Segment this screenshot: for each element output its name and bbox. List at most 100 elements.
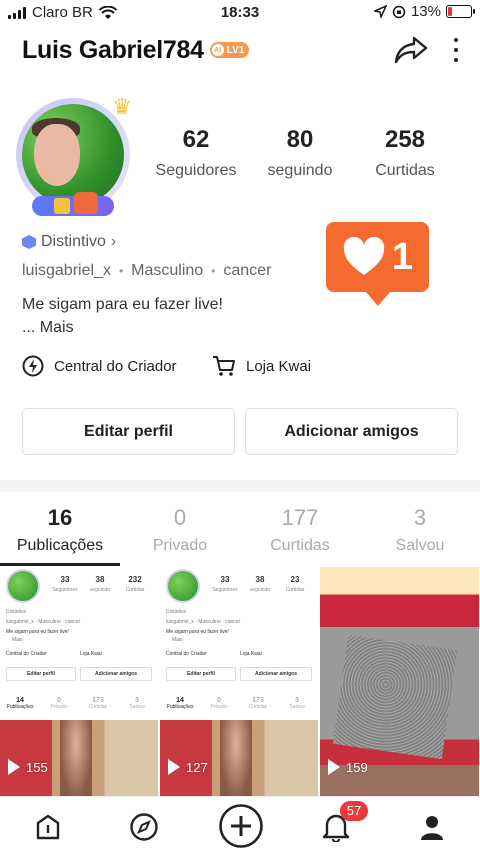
nav-discover[interactable] (124, 807, 164, 847)
chevron-right-icon: › (110, 233, 117, 250)
handle: luisgabriel_x (22, 262, 111, 279)
gender: Masculino (131, 262, 204, 279)
header-actions (394, 35, 458, 65)
more-options-icon[interactable] (454, 38, 458, 62)
mini-tab: 3 Salvou (119, 697, 155, 710)
kwai-store-link[interactable]: Loja Kwai (212, 355, 311, 377)
mini-stat-label: Seguidores (52, 587, 78, 593)
bio-more-link[interactable]: ... Mais (22, 316, 223, 339)
tab-label: Privado (152, 537, 208, 554)
view-count: 127 (168, 759, 208, 775)
mini-more: Mais (12, 637, 23, 643)
following-label: seguindo (267, 162, 333, 179)
likes-label: Curtidas (375, 162, 435, 179)
tab-likes[interactable]: 177 Curtidas (240, 505, 360, 555)
following-count: 80 (286, 126, 314, 153)
post-thumbnail[interactable]: 33 Seguidores 38 seguindo 23 Curtidas Disti… (160, 567, 319, 797)
separator-dot: • (211, 264, 216, 278)
battery-icon (446, 5, 475, 18)
edit-profile-button[interactable]: Editar perfil (22, 408, 235, 455)
mini-tab: 0 Privado (41, 697, 77, 710)
avatar-photo (22, 104, 124, 206)
tab-private[interactable]: 0 Privado (120, 505, 240, 555)
play-icon (168, 759, 180, 775)
mini-avatar (166, 569, 200, 603)
mini-stat-value: 33 (60, 575, 70, 584)
mini-tab-label: Curtidas (88, 704, 108, 710)
mini-meta: luisgabriel_x · Masculino · cancer (6, 619, 81, 625)
mini-bio: Me sigam para eu fazer live! (6, 629, 69, 635)
tab-publications[interactable]: 16 Publicações (0, 505, 120, 555)
person-icon (421, 816, 443, 840)
likes-stat[interactable]: 258 Curtidas (345, 126, 465, 180)
kwai-store-label: Loja Kwai (246, 357, 312, 375)
mini-stat-label: seguindo (89, 587, 111, 593)
separator-dot: • (118, 264, 124, 278)
play-icon (8, 759, 20, 775)
zodiac-sign: cancer (223, 262, 272, 279)
add-friends-button[interactable]: Adicionar amigos (245, 408, 458, 455)
mini-tab-count: 3 (135, 697, 139, 704)
mini-tab-count: 0 (217, 697, 221, 704)
tab-saved[interactable]: 3 Salvou (360, 505, 480, 555)
status-right: 13% (373, 3, 475, 20)
mini-stat-label: Curtidas (285, 587, 305, 593)
active-tab-indicator (0, 563, 120, 566)
mini-avatar (6, 569, 40, 603)
rotation-lock-icon (392, 5, 406, 18)
plus-circle-icon (219, 804, 263, 848)
mini-creator-center: Central do Criador (166, 651, 207, 657)
status-bar: Claro BR 18:33 13% (0, 0, 480, 26)
mini-stat-label: seguindo (249, 587, 271, 593)
mini-stat-value: 38 (255, 575, 265, 584)
tab-label: Curtidas (270, 537, 330, 554)
avatar[interactable]: ♛ (16, 94, 132, 216)
mini-tab-label: Curtidas (248, 704, 268, 710)
mini-stat-value: 33 (220, 575, 230, 584)
mini-tabs: 14 Publicações 0 Privado 173 Curtidas 3 Salv… (0, 697, 158, 717)
followers-label: Seguidores (155, 162, 237, 179)
mini-tabs: 14 Publicações 0 Privado 173 Curtidas 3 Salv… (160, 697, 318, 717)
tab-label: Salvou (395, 537, 445, 554)
mini-tab-count: 0 (57, 697, 61, 704)
profile-header: Luis Gabriel784 AI LV1 (22, 30, 458, 70)
followers-count: 62 (182, 126, 210, 153)
compass-icon (130, 813, 158, 841)
like-notification-count: 1 (391, 235, 414, 278)
mini-tab-label: Publicações (6, 704, 34, 710)
mini-tab-count: 14 (176, 697, 184, 704)
mini-distintivo: Distintivo (166, 609, 187, 615)
mini-tab: 14 Publicações (162, 697, 198, 710)
view-count-value: 127 (186, 759, 208, 775)
post-thumbnail[interactable]: 159 (320, 567, 480, 797)
username-title: Luis Gabriel784 (22, 35, 204, 64)
mini-tab-count: 3 (295, 697, 299, 704)
view-count-value: 155 (26, 759, 48, 775)
mini-tab-count: 14 (16, 697, 24, 704)
following-stat[interactable]: 80 seguindo (240, 126, 360, 180)
creator-center-label: Central do Criador (54, 357, 177, 375)
mini-bio: Me sigam para eu fazer live! (166, 629, 229, 635)
hexagon-badge-icon (22, 235, 36, 249)
post-thumbnail[interactable]: 33 Seguidores 38 seguindo 232 Curtidas Dist… (0, 567, 159, 797)
creator-center-link[interactable]: Central do Criador (22, 355, 177, 377)
mini-tab: 14 Publicações (2, 697, 38, 710)
mini-tab: 3 Salvou (279, 697, 315, 710)
mini-tab-label: Publicações (166, 704, 194, 710)
distintivo-link[interactable]: Distintivo › (22, 233, 116, 251)
nav-create[interactable] (218, 803, 264, 849)
nav-profile[interactable] (412, 807, 452, 847)
tab-count: 177 (281, 505, 319, 530)
profile-meta: luisgabriel_x • Masculino • cancer (22, 262, 271, 280)
share-icon[interactable] (394, 35, 428, 65)
level-badge[interactable]: AI LV1 (209, 42, 250, 58)
notifications-badge: 57 (340, 801, 368, 821)
nav-home[interactable] (28, 807, 68, 847)
mini-add-button: Adicionar amigos (240, 667, 312, 681)
mini-tab-label: Salvou (289, 704, 305, 710)
mini-tab-count: 173 (252, 697, 264, 704)
like-notification[interactable]: 1 (326, 222, 429, 306)
mini-stat-value: 38 (95, 575, 105, 584)
followers-stat[interactable]: 62 Seguidores (136, 126, 256, 180)
shopping-cart-icon (213, 356, 235, 376)
